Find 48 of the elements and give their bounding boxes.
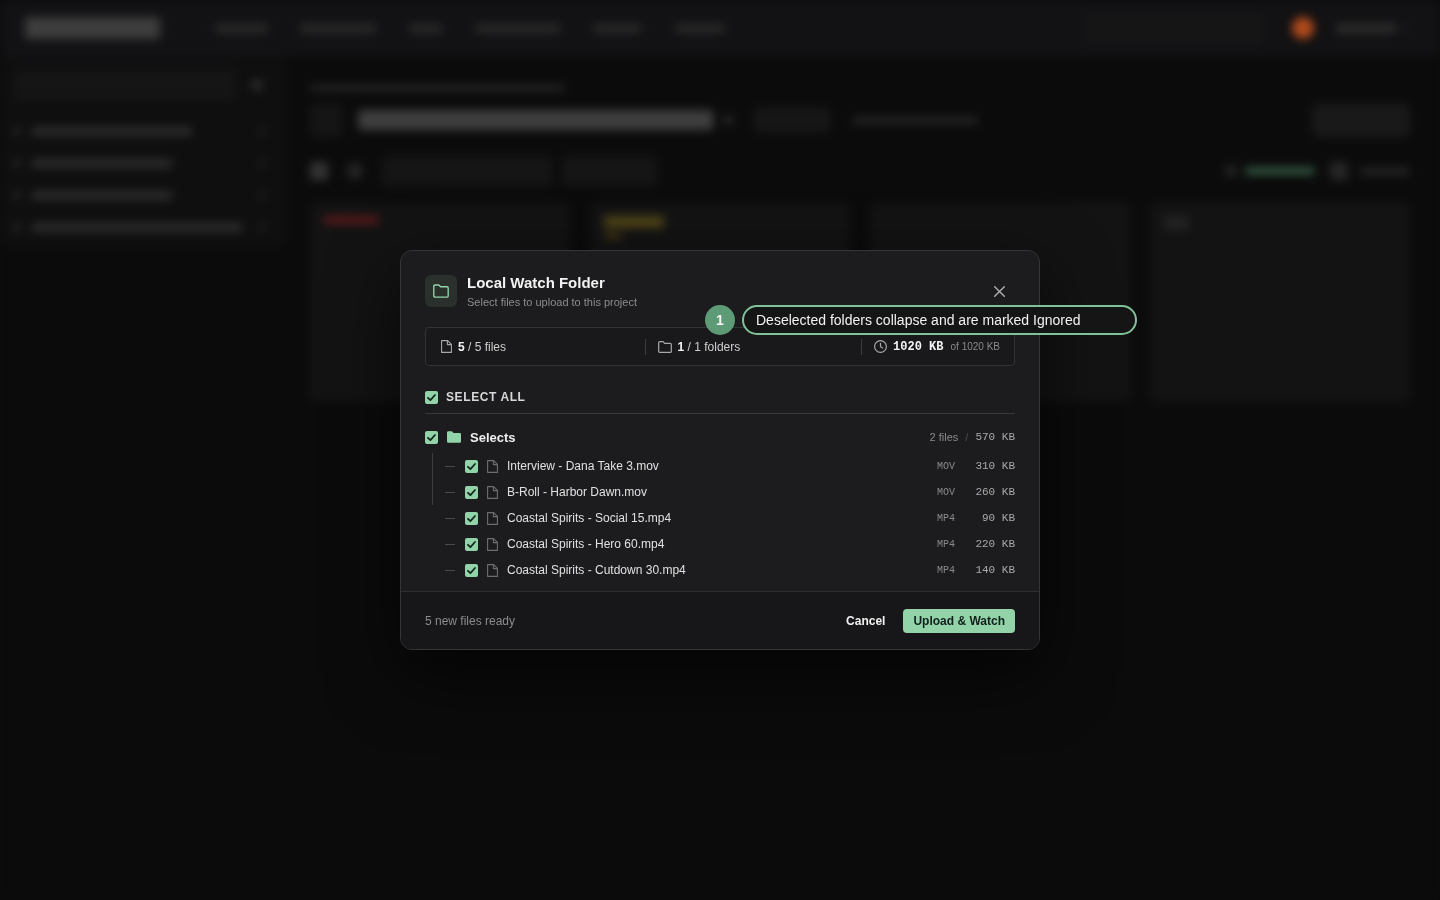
close-icon — [993, 285, 1005, 297]
file-icon — [487, 459, 498, 473]
status-text: 5 new files ready — [425, 613, 516, 628]
file-name: Coastal Spirits - Social 15.mp4 — [507, 511, 672, 525]
cancel-button[interactable]: Cancel — [838, 608, 894, 633]
upload-button[interactable]: Upload & Watch — [903, 608, 1015, 633]
dialog-title: Local Watch Folder — [467, 273, 606, 292]
files-count: 5 / 5 files — [458, 339, 507, 354]
checkbox[interactable] — [425, 390, 438, 404]
file-icon — [487, 511, 498, 525]
checkbox[interactable] — [465, 537, 478, 551]
folder-icon — [447, 431, 461, 443]
file-size: 220 KB — [974, 538, 1015, 550]
file-count: 2 files — [929, 431, 959, 443]
file-size: 90 KB — [981, 512, 1015, 524]
file-name: B-Roll - Harbor Dawn.mov — [507, 485, 648, 499]
folders-count: 1 / 1 folders — [677, 339, 741, 354]
size-value: 1020 KB — [893, 339, 944, 354]
clock-icon — [874, 340, 888, 353]
checkbox[interactable] — [465, 459, 478, 473]
file-type: MOV — [937, 460, 955, 472]
file-icon — [487, 485, 498, 499]
folder-size: 570 KB — [975, 431, 1015, 443]
select-all-label[interactable]: SELECT ALL — [446, 390, 526, 404]
folder-name: Selects — [470, 429, 516, 445]
dialog-subtitle: Select files to upload to this project — [467, 294, 637, 309]
file-name: Coastal Spirits - Cutdown 30.mp4 — [507, 563, 686, 577]
file-type: MOV — [937, 486, 955, 498]
folder-icon — [425, 275, 457, 307]
checkbox[interactable] — [465, 485, 478, 499]
checkbox[interactable] — [465, 563, 478, 577]
file-type: MP4 — [937, 538, 955, 550]
callout-label: Deselected folders collapse and are marked Ignored — [742, 305, 1137, 335]
checkbox[interactable] — [465, 511, 478, 525]
file-size: 260 KB — [974, 486, 1015, 498]
file-type: MP4 — [937, 564, 955, 576]
file-icon — [487, 537, 498, 551]
file-icon — [487, 563, 498, 577]
size-total: of 1020 KB — [950, 341, 1000, 352]
file-icon — [441, 340, 452, 353]
folder-icon — [657, 340, 672, 353]
file-name: Coastal Spirits - Hero 60.mp4 — [507, 537, 665, 551]
file-size: 140 KB — [974, 564, 1015, 576]
file-type: MP4 — [937, 512, 955, 524]
separator: / — [965, 431, 969, 443]
file-name: Interview - Dana Take 3.mov — [507, 459, 659, 473]
file-size: 310 KB — [974, 460, 1015, 472]
checkbox[interactable] — [425, 430, 438, 444]
